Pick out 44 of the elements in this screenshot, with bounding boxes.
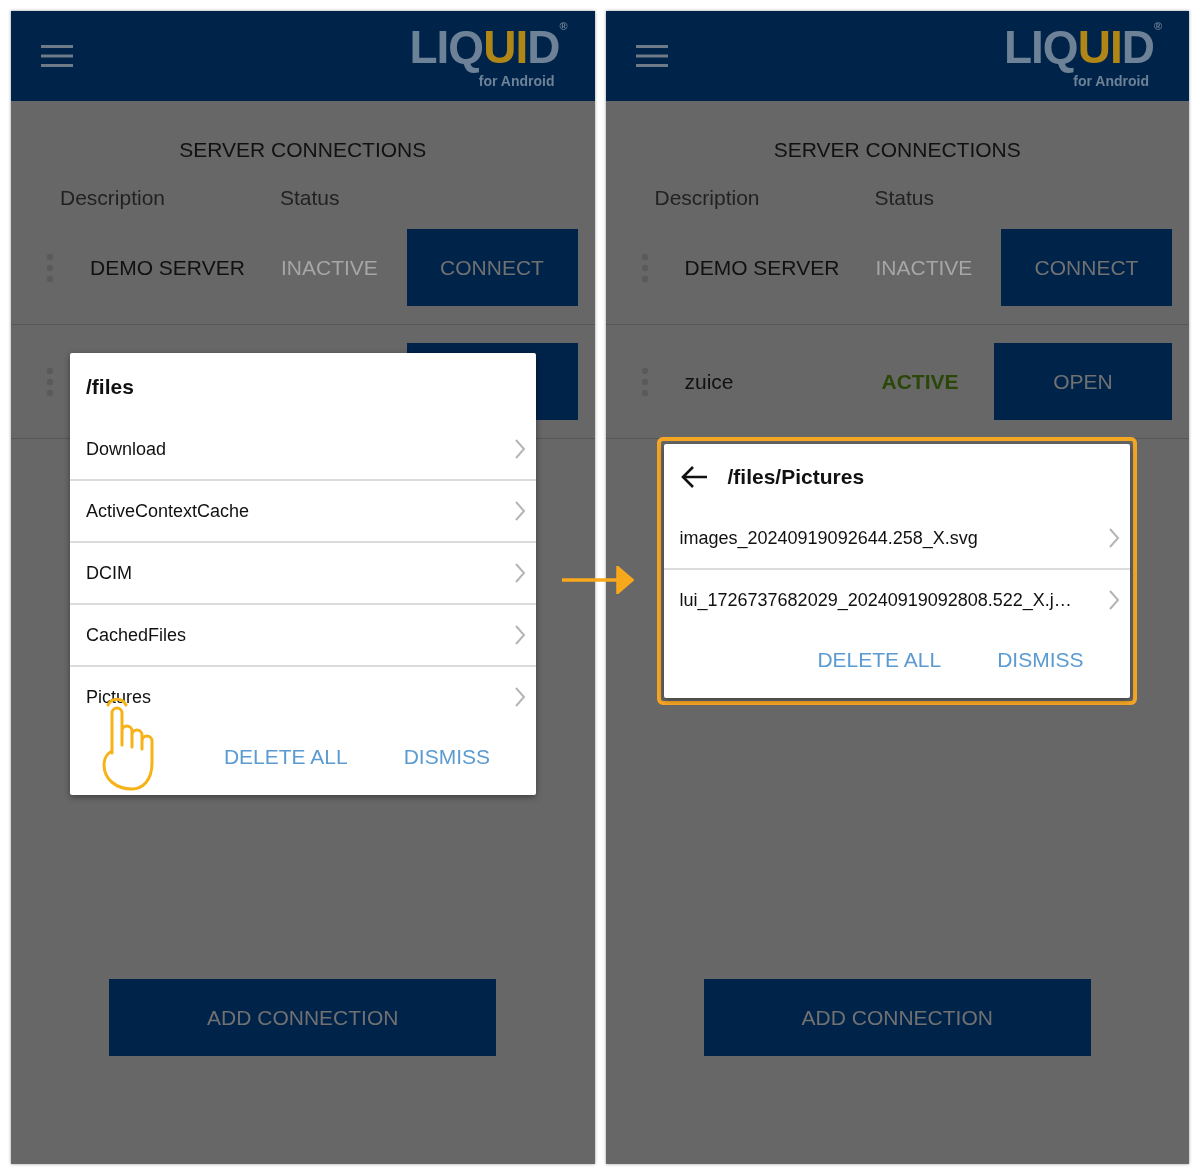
- folder-item[interactable]: Download: [70, 419, 536, 479]
- chevron-right-icon: [514, 500, 526, 522]
- chevron-right-icon: [514, 438, 526, 460]
- menu-icon[interactable]: [635, 45, 668, 67]
- folder-item[interactable]: lui_1726737682029_20240919092808.522_X.j…: [663, 568, 1130, 630]
- folder-item[interactable]: CachedFiles: [70, 603, 536, 665]
- logo: LIQUID$^{®}$: [409, 20, 568, 74]
- menu-icon[interactable]: [41, 45, 73, 67]
- chevron-right-icon: [1107, 527, 1120, 549]
- add-connection-button[interactable]: ADD CONNECTION: [703, 979, 1091, 1056]
- back-arrow-icon[interactable]: [679, 465, 708, 489]
- folder-item[interactable]: DCIM: [70, 541, 536, 603]
- folder-item[interactable]: ActiveContextCache: [70, 479, 536, 541]
- server-status: ACTIVE: [881, 369, 960, 394]
- connect-button[interactable]: OPEN: [994, 343, 1172, 420]
- add-connection-button[interactable]: ADD CONNECTION: [109, 979, 497, 1056]
- folder-item[interactable]: images_20240919092644.258_X.svg: [663, 508, 1130, 568]
- arrow-icon: [562, 566, 634, 594]
- dialog-button[interactable]: DELETE ALL: [223, 745, 348, 769]
- logo-subtitle: for Android: [478, 74, 555, 88]
- column-header: Description: [60, 185, 167, 211]
- server-status: INACTIVE: [875, 255, 974, 280]
- logo-subtitle: for Android: [1073, 74, 1149, 88]
- dialog-button[interactable]: DISMISS: [403, 745, 490, 769]
- connect-button[interactable]: CONNECT: [1001, 229, 1172, 306]
- connect-button[interactable]: CONNECT: [406, 229, 578, 306]
- column-header: Status: [280, 185, 340, 211]
- chevron-right-icon: [1107, 589, 1120, 611]
- section-title: SERVER CONNECTIONS: [178, 137, 428, 163]
- server-status: INACTIVE: [281, 255, 379, 280]
- section-title: SERVER CONNECTIONS: [772, 137, 1022, 163]
- dialog-button[interactable]: DELETE ALL: [817, 648, 942, 672]
- column-header: Status: [874, 185, 935, 211]
- server-name: zuice: [684, 369, 735, 394]
- logo: LIQUID$^{®}$: [1004, 20, 1163, 74]
- chevron-right-icon: [514, 562, 526, 584]
- server-name: DEMO SERVER: [90, 255, 246, 280]
- column-header: Description: [654, 185, 761, 211]
- dialog-button[interactable]: DISMISS: [997, 648, 1084, 672]
- chevron-right-icon: [514, 624, 526, 646]
- server-name: DEMO SERVER: [684, 255, 841, 280]
- dialog-title: /files: [86, 375, 134, 399]
- dialog-title: /files/Pictures: [727, 465, 865, 489]
- chevron-right-icon: [514, 686, 526, 708]
